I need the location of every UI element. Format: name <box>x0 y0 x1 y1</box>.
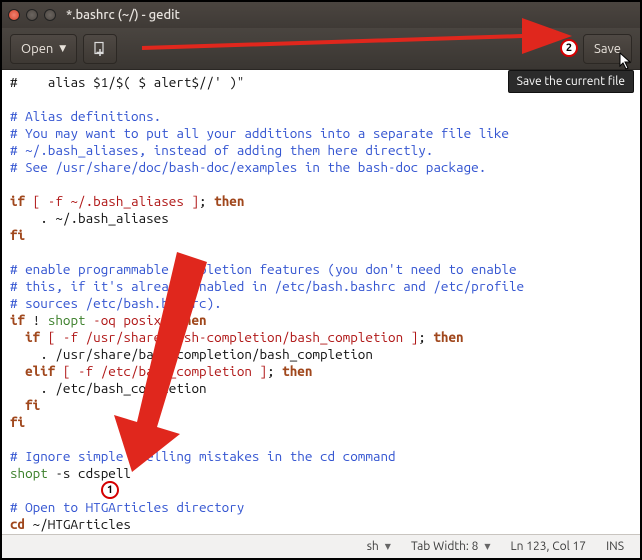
chevron-down-icon: ▼ <box>59 43 66 54</box>
insert-mode[interactable]: INS <box>598 540 632 553</box>
open-button[interactable]: Open ▼ <box>10 34 77 64</box>
editor-area[interactable]: # alias $1/$( $ alert$//' )" # Alias def… <box>2 70 640 534</box>
window-title: *.bashrc (~/) - gedit <box>66 8 180 22</box>
save-button-label: Save <box>594 42 621 56</box>
chevron-down-icon: ▼ <box>484 542 490 551</box>
open-button-label: Open <box>21 42 53 56</box>
cursor-position: Ln 123, Col 17 <box>503 540 595 553</box>
annotation-marker-1: 1 <box>101 481 119 499</box>
toolbar: Open ▼ Save <box>2 28 640 70</box>
language-selector[interactable]: sh▼ <box>359 540 399 553</box>
new-document-button[interactable] <box>83 34 117 64</box>
annotation-marker-2: 2 <box>560 39 578 57</box>
window-close-button[interactable] <box>8 9 20 21</box>
statusbar: sh▼ Tab Width: 8▼ Ln 123, Col 17 INS <box>2 534 640 558</box>
save-button[interactable]: Save <box>583 34 632 64</box>
window-minimize-button[interactable] <box>26 9 38 21</box>
new-document-icon <box>92 41 108 57</box>
window-maximize-button[interactable] <box>44 9 56 21</box>
save-tooltip: Save the current file <box>508 70 634 93</box>
chevron-down-icon: ▼ <box>385 542 391 551</box>
tab-width-selector[interactable]: Tab Width: 8▼ <box>403 540 499 553</box>
titlebar: *.bashrc (~/) - gedit <box>2 2 640 28</box>
